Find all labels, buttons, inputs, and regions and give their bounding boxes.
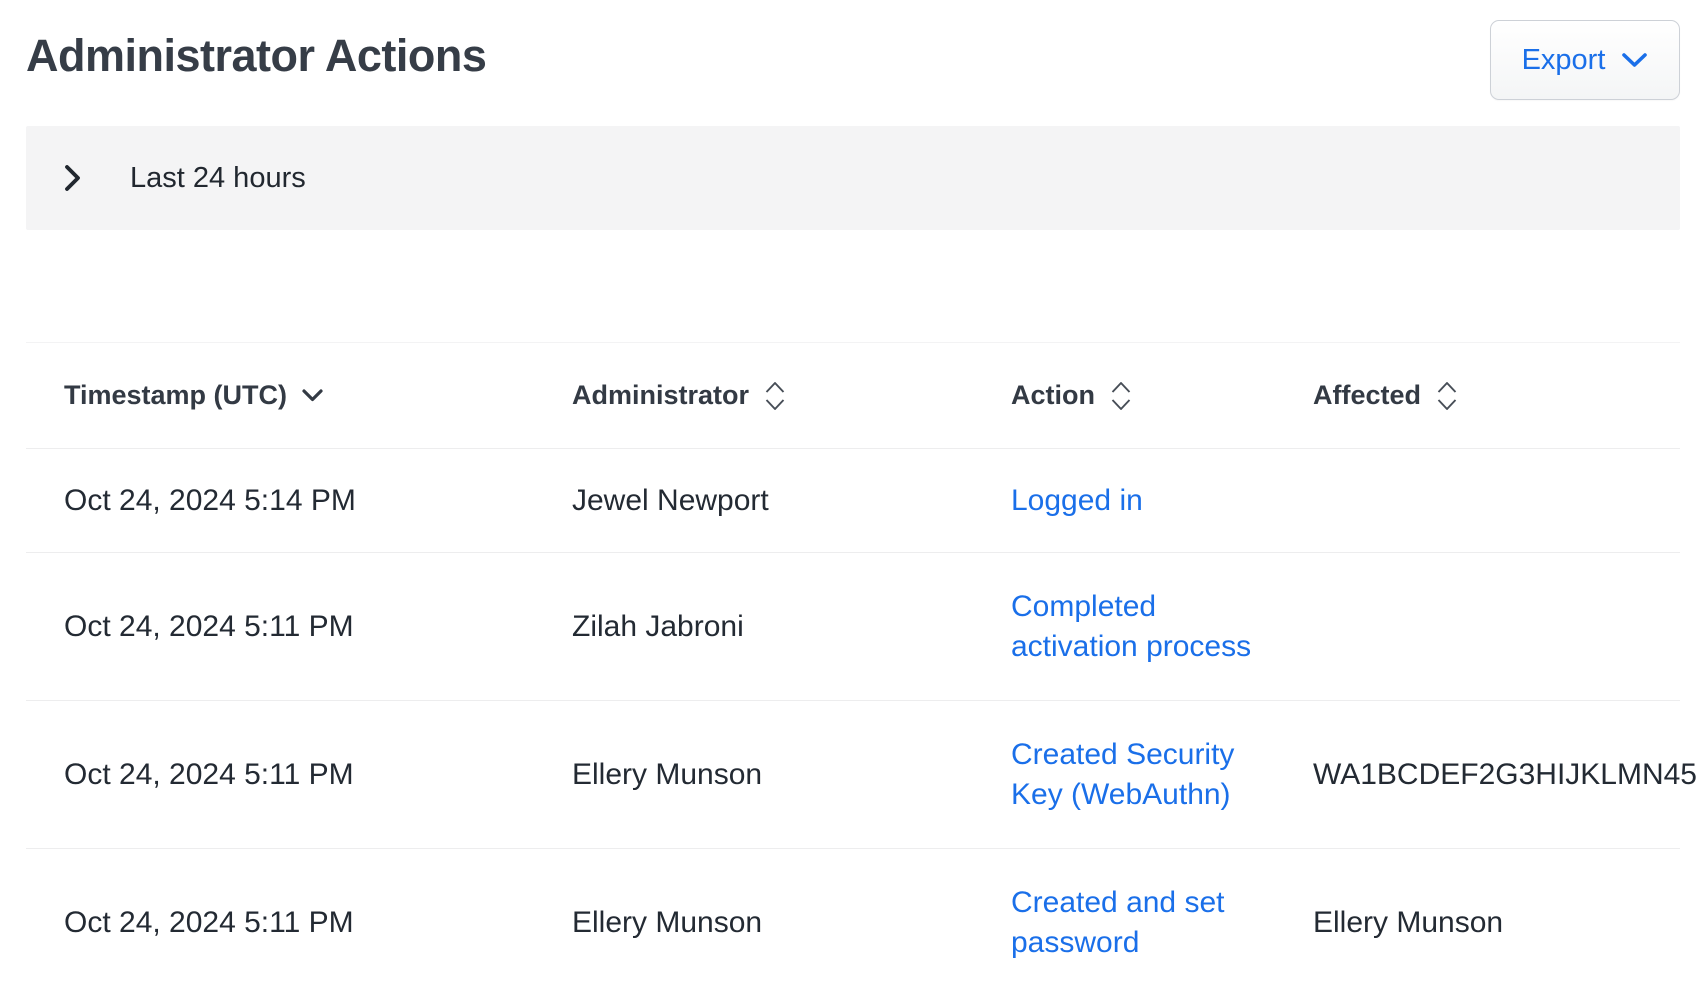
- affected-cell: WA1BCDEF2G3HIJKLMN45: [1313, 758, 1680, 792]
- administrator-cell: Ellery Munson: [572, 758, 1011, 792]
- export-button-label: Export: [1522, 44, 1606, 77]
- timestamp-cell: Oct 24, 2024 5:11 PM: [64, 610, 572, 644]
- action-link[interactable]: Completed activation process: [1011, 587, 1283, 667]
- filter-label: Last 24 hours: [130, 162, 306, 195]
- column-header-label: Timestamp (UTC): [64, 380, 287, 411]
- page: Administrator Actions Export Last 24 hou…: [0, 0, 1700, 988]
- column-header-label: Administrator: [572, 380, 749, 411]
- column-header-administrator[interactable]: Administrator: [572, 380, 981, 412]
- timestamp-cell: Oct 24, 2024 5:11 PM: [64, 758, 572, 792]
- column-header-label: Affected: [1313, 380, 1421, 411]
- table-header-row: Timestamp (UTC) Administrator: [26, 343, 1680, 449]
- timestamp-cell: Oct 24, 2024 5:14 PM: [64, 484, 572, 518]
- sort-desc-icon: [301, 388, 324, 403]
- sort-both-icon: [1109, 380, 1133, 412]
- chevron-down-icon: [1621, 51, 1648, 69]
- export-button[interactable]: Export: [1490, 20, 1680, 100]
- column-header-action[interactable]: Action: [1011, 380, 1283, 412]
- page-title: Administrator Actions: [26, 20, 486, 82]
- header: Administrator Actions Export: [26, 0, 1680, 106]
- column-header-timestamp[interactable]: Timestamp (UTC): [64, 380, 542, 411]
- action-link[interactable]: Created Security Key (WebAuthn): [1011, 735, 1283, 815]
- chevron-right-icon: [62, 162, 84, 194]
- admin-actions-table: Timestamp (UTC) Administrator: [26, 342, 1680, 988]
- action-link[interactable]: Created and set password: [1011, 883, 1283, 963]
- affected-cell: Ellery Munson: [1313, 906, 1680, 940]
- column-header-affected[interactable]: Affected: [1313, 380, 1680, 412]
- administrator-cell: Zilah Jabroni: [572, 610, 1011, 644]
- administrator-cell: Ellery Munson: [572, 906, 1011, 940]
- table-row: Oct 24, 2024 5:11 PM Ellery Munson Creat…: [26, 701, 1680, 849]
- table-row: Oct 24, 2024 5:14 PM Jewel Newport Logge…: [26, 449, 1680, 553]
- administrator-cell: Jewel Newport: [572, 484, 1011, 518]
- timestamp-cell: Oct 24, 2024 5:11 PM: [64, 906, 572, 940]
- filter-expander[interactable]: Last 24 hours: [26, 126, 1680, 230]
- action-link[interactable]: Logged in: [1011, 481, 1143, 521]
- column-header-label: Action: [1011, 380, 1095, 411]
- table-row: Oct 24, 2024 5:11 PM Ellery Munson Creat…: [26, 849, 1680, 988]
- sort-both-icon: [763, 380, 787, 412]
- table-row: Oct 24, 2024 5:11 PM Zilah Jabroni Compl…: [26, 553, 1680, 701]
- sort-both-icon: [1435, 380, 1459, 412]
